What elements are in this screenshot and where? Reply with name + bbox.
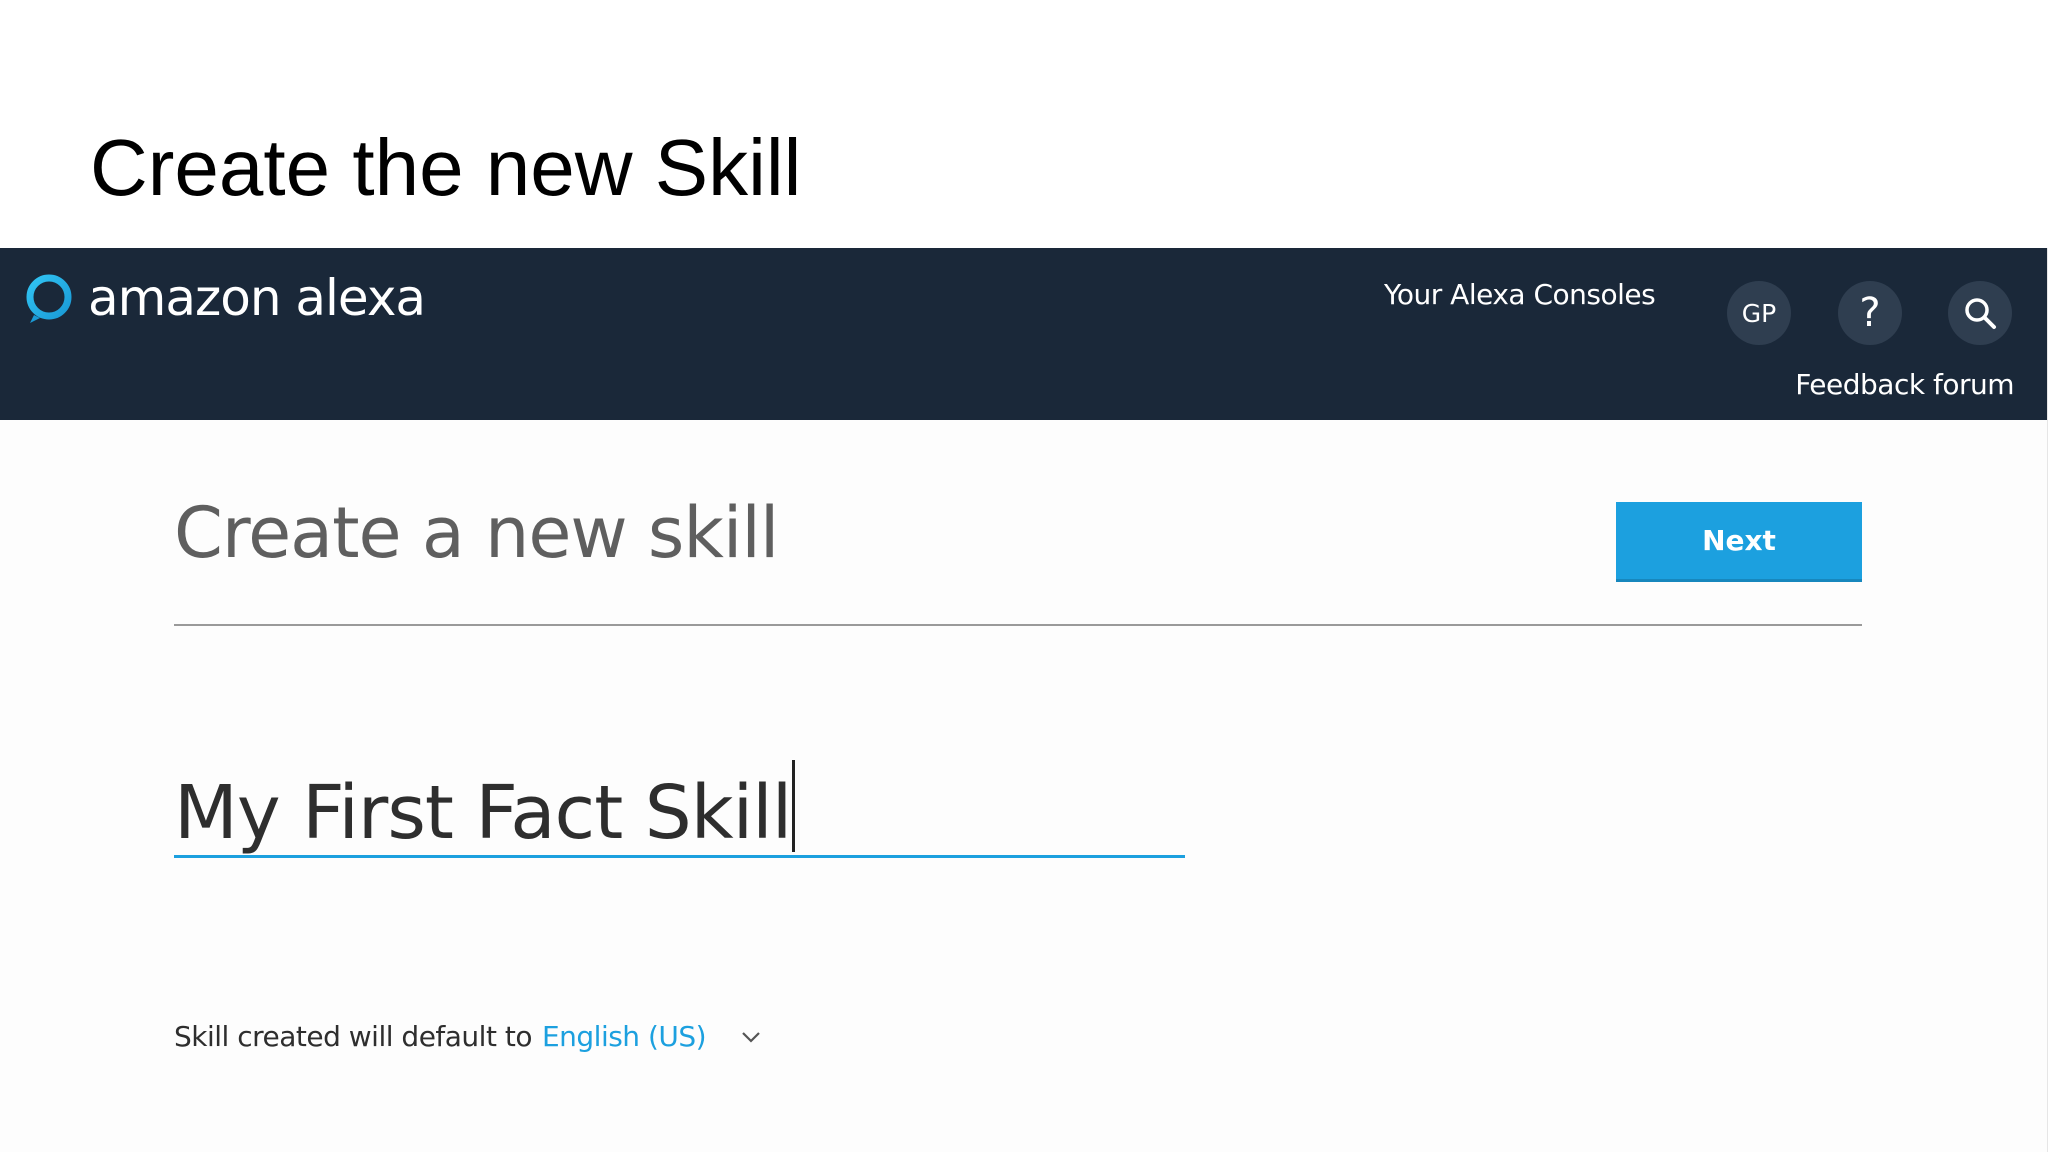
- heading-divider: [174, 624, 1862, 626]
- locale-select[interactable]: English (US): [542, 1020, 707, 1053]
- user-avatar[interactable]: GP: [1727, 281, 1791, 345]
- search-button[interactable]: [1948, 281, 2012, 345]
- page-heading: Create a new skill: [174, 492, 779, 574]
- slide-title: Create the new Skill: [90, 123, 802, 212]
- skill-name-text-wrap: My First Fact Skill: [174, 760, 796, 856]
- presentation-slide: Create the new Skill amazon alexa Your A…: [0, 0, 2048, 1152]
- help-button[interactable]: ?: [1838, 281, 1902, 345]
- search-icon: [1965, 298, 1996, 329]
- logo-wordmark: amazon alexa: [88, 269, 426, 327]
- text-cursor: [792, 760, 796, 852]
- alexa-ring-icon: [26, 274, 72, 323]
- default-locale-row: Skill created will default to English (U…: [174, 1020, 762, 1053]
- chevron-down-icon[interactable]: [740, 1030, 762, 1044]
- alexa-console-screenshot: amazon alexa Your Alexa Consoles GP ? Fe…: [0, 248, 2047, 1152]
- avatar-initials: GP: [1741, 298, 1777, 328]
- question-mark-icon: ?: [1859, 290, 1881, 336]
- skill-name-input[interactable]: My First Fact Skill: [174, 758, 1185, 858]
- feedback-forum-link[interactable]: Feedback forum: [1795, 368, 2014, 401]
- next-button[interactable]: Next: [1616, 502, 1862, 582]
- skill-name-value: My First Fact Skill: [174, 770, 792, 856]
- alexa-logo[interactable]: amazon alexa: [24, 268, 426, 328]
- top-navbar: amazon alexa Your Alexa Consoles GP ? Fe…: [0, 248, 2047, 420]
- locale-label: Skill created will default to: [174, 1020, 532, 1053]
- your-alexa-consoles-link[interactable]: Your Alexa Consoles: [1384, 278, 1656, 311]
